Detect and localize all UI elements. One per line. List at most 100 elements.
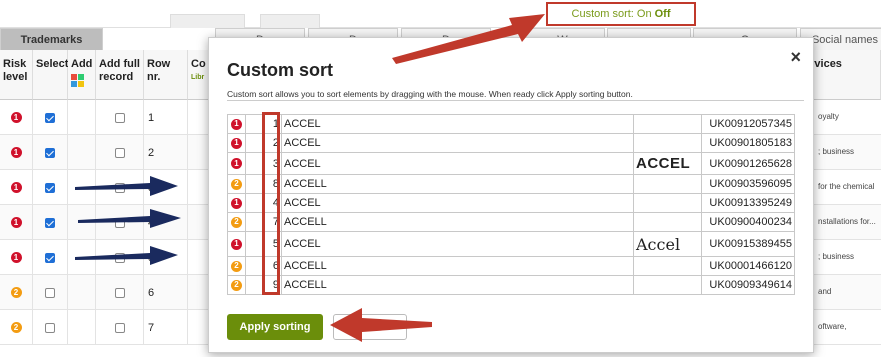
add-cell: [68, 240, 96, 275]
toolbar-button[interactable]: [260, 14, 320, 28]
services-snippet: nstallations for...: [818, 217, 876, 226]
risk-badge: 1: [231, 197, 242, 209]
sort-row[interactable]: 2 9 ACCELL UK00909349614: [227, 275, 795, 295]
drag-handle[interactable]: [245, 231, 264, 257]
select-checkbox[interactable]: [45, 287, 55, 298]
close-icon[interactable]: ×: [790, 48, 801, 66]
apply-sorting-button[interactable]: Apply sorting: [227, 314, 323, 340]
select-checkbox[interactable]: [45, 112, 55, 123]
drag-handle[interactable]: [245, 275, 264, 295]
add-full-record-checkbox[interactable]: [114, 252, 125, 263]
risk-cell: 1: [227, 152, 246, 175]
add-full-cell: [96, 170, 144, 205]
trademark-name: ACCEL: [281, 133, 634, 153]
drag-handle[interactable]: [245, 133, 264, 153]
select-cell: [33, 240, 68, 275]
add-full-record-checkbox[interactable]: [114, 147, 125, 158]
row-number: 1: [144, 100, 188, 135]
co-cell: [188, 310, 210, 345]
sort-row[interactable]: 2 8 ACCELL UK00903596095: [227, 174, 795, 194]
trademark-name: ACCEL: [281, 231, 634, 257]
application-number: UK00913395249: [701, 193, 795, 213]
col-co[interactable]: Co Libr: [188, 50, 210, 100]
select-checkbox[interactable]: [45, 252, 55, 263]
add-full-cell: [96, 205, 144, 240]
services-snippet: and: [818, 287, 832, 296]
trademark-name: ACCEL: [281, 193, 634, 213]
add-full-record-checkbox[interactable]: [114, 112, 125, 123]
add-full-record-checkbox[interactable]: [114, 287, 125, 298]
col-risk-level[interactable]: Risk level: [0, 50, 33, 100]
col-add-full-record[interactable]: Add full record: [96, 50, 144, 100]
drag-handle[interactable]: [245, 114, 264, 134]
risk-cell: 1: [227, 114, 246, 134]
risk-badge: 1: [231, 238, 242, 250]
sort-row[interactable]: 2 6 ACCELL UK00001466120: [227, 256, 795, 276]
sort-row[interactable]: 1 3 ACCEL ACCEL UK00901265628: [227, 152, 795, 175]
select-checkbox[interactable]: [45, 217, 55, 228]
sort-position: 3: [263, 152, 282, 175]
tab-trademarks[interactable]: Trademarks: [0, 28, 103, 50]
logo-cell: [633, 174, 702, 194]
application-number: UK00912057345: [701, 114, 795, 134]
col-row-nr[interactable]: Row nr.: [144, 50, 188, 100]
cancel-button[interactable]: [333, 314, 407, 340]
co-cell: [188, 205, 210, 240]
col-select[interactable]: Select: [33, 50, 68, 100]
select-checkbox[interactable]: [45, 322, 55, 333]
risk-cell: 1: [0, 240, 33, 275]
risk-badge: 2: [231, 279, 242, 291]
co-cell: [188, 240, 210, 275]
add-cell: [68, 205, 96, 240]
select-checkbox[interactable]: [45, 182, 55, 193]
sort-row[interactable]: 1 4 ACCEL UK00913395249: [227, 193, 795, 213]
drag-handle[interactable]: [245, 256, 264, 276]
sort-table: 1 1 ACCEL UK00912057345 1 2 ACCEL UK00901805183…: [227, 114, 795, 295]
sort-row[interactable]: 1 5 ACCEL Accel UK00915389455: [227, 231, 795, 257]
select-cell: [33, 170, 68, 205]
add-full-record-checkbox[interactable]: [114, 182, 125, 193]
risk-cell: 1: [227, 231, 246, 257]
drag-handle[interactable]: [245, 174, 264, 194]
trademark-logo: Accel: [636, 234, 681, 254]
services-snippet: for the chemical: [818, 182, 875, 191]
trademark-name: ACCELL: [281, 256, 634, 276]
add-full-record-checkbox[interactable]: [114, 322, 125, 333]
add-grid-icon: [71, 74, 84, 87]
trademark-logo: ACCEL: [636, 155, 691, 172]
sort-row[interactable]: 1 2 ACCEL UK00901805183: [227, 133, 795, 153]
drag-handle[interactable]: [245, 152, 264, 175]
sort-position: 8: [263, 174, 282, 194]
risk-badge: 1: [10, 252, 22, 263]
col-add[interactable]: Add: [68, 50, 96, 100]
risk-cell: 2: [0, 275, 33, 310]
application-number: UK00901805183: [701, 133, 795, 153]
custom-sort-status[interactable]: Custom sort: On Off: [546, 2, 696, 26]
row-number: 3: [144, 170, 188, 205]
select-checkbox[interactable]: [45, 147, 55, 158]
sort-row[interactable]: 1 1 ACCEL UK00912057345: [227, 114, 795, 134]
add-cell: [68, 100, 96, 135]
add-full-record-checkbox[interactable]: [114, 217, 125, 228]
application-number: UK00915389455: [701, 231, 795, 257]
sort-row[interactable]: 2 7 ACCELL UK00900400234: [227, 212, 795, 232]
toolbar-button[interactable]: [170, 14, 245, 28]
risk-badge: 2: [10, 287, 22, 298]
row-number: 2: [144, 135, 188, 170]
risk-badge: 1: [231, 118, 242, 130]
risk-badge: 1: [231, 158, 242, 169]
dialog-title: Custom sort: [227, 60, 334, 80]
drag-handle[interactable]: [245, 193, 264, 213]
col-co-label: Co: [191, 58, 206, 70]
services-snippet: ; business: [818, 252, 855, 261]
custom-sort-status-state: Off: [654, 8, 671, 20]
risk-badge: 1: [231, 137, 242, 149]
divider: [227, 100, 804, 101]
drag-handle[interactable]: [245, 212, 264, 232]
services-snippet: ; business: [818, 147, 855, 156]
risk-cell: 2: [0, 310, 33, 345]
sort-position: 9: [263, 275, 282, 295]
row-number: 4: [144, 205, 188, 240]
add-full-cell: [96, 275, 144, 310]
risk-cell: 1: [0, 170, 33, 205]
